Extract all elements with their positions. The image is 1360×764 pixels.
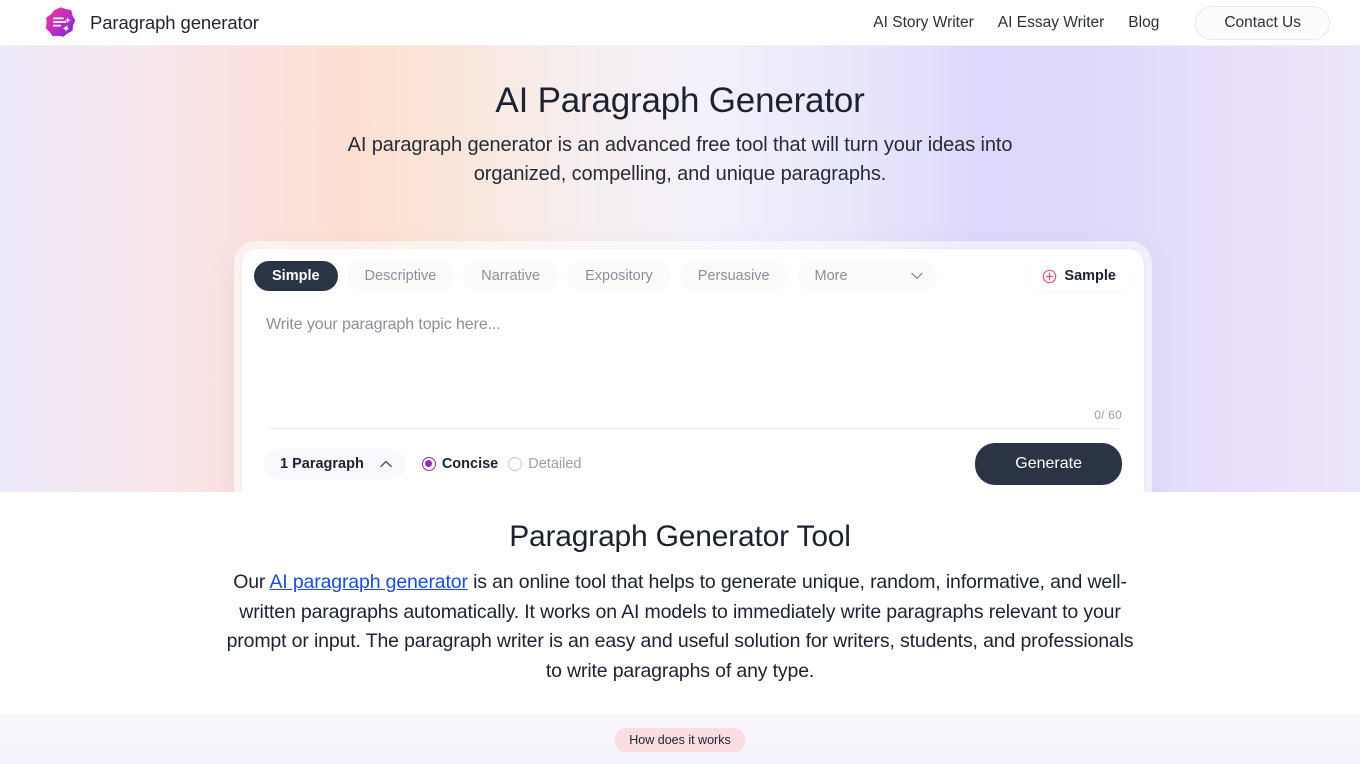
topic-placeholder: Write your paragraph topic here... xyxy=(266,316,501,333)
brand-name: Paragraph generator xyxy=(90,11,259,33)
radio-concise-label: Concise xyxy=(441,456,499,472)
generator-card-inner: Simple Descriptive Narrative Expository … xyxy=(242,249,1144,492)
radio-concise[interactable]: Concise xyxy=(421,456,499,472)
chevron-up-icon xyxy=(380,460,392,468)
generator-controls: 1 Paragraph Concise Detailed Generate xyxy=(254,429,1132,491)
generate-button[interactable]: Generate xyxy=(975,443,1122,485)
how-it-works-strip: How does it works xyxy=(0,714,1360,764)
sample-button[interactable]: Sample xyxy=(1026,261,1132,291)
paragraph-count-dropdown[interactable]: 1 Paragraph xyxy=(264,449,406,479)
generator-card: Simple Descriptive Narrative Expository … xyxy=(234,241,1152,492)
about-body: Our AI paragraph generator is an online … xyxy=(220,568,1140,687)
radio-detailed-dot xyxy=(508,457,523,471)
main-nav: AI Story Writer AI Essay Writer Blog Con… xyxy=(873,5,1330,40)
hero-section: AI Paragraph Generator AI paragraph gene… xyxy=(0,46,1360,492)
tab-descriptive[interactable]: Descriptive xyxy=(346,261,455,291)
nav-item-blog[interactable]: Blog xyxy=(1128,14,1159,32)
more-types-label: More xyxy=(814,268,848,284)
about-title: Paragraph Generator Tool xyxy=(509,520,851,553)
hero-subtitle: AI paragraph generator is an advanced fr… xyxy=(347,133,1013,185)
brand[interactable]: Paragraph generator xyxy=(44,6,259,39)
site-header: Paragraph generator AI Story Writer AI E… xyxy=(0,0,1360,46)
tab-simple[interactable]: Simple xyxy=(254,261,338,291)
character-counter: 0/ 60 xyxy=(1094,408,1122,422)
contact-us-button[interactable]: Contact Us xyxy=(1195,5,1330,40)
ai-paragraph-generator-link[interactable]: AI paragraph generator xyxy=(269,571,467,593)
tab-persuasive[interactable]: Persuasive xyxy=(679,261,788,291)
about-section: Paragraph Generator Tool Our AI paragrap… xyxy=(0,492,1360,714)
paragraph-sparkle-logo-icon xyxy=(45,7,76,37)
paragraph-type-tabs: Simple Descriptive Narrative Expository … xyxy=(254,261,1132,291)
radio-detailed[interactable]: Detailed xyxy=(508,456,581,472)
how-does-it-works-badge: How does it works xyxy=(615,728,745,752)
circle-plus-icon xyxy=(1043,269,1057,283)
topic-textarea[interactable]: Write your paragraph topic here... 0/ 60 xyxy=(254,304,1132,428)
more-types-dropdown[interactable]: More xyxy=(796,261,937,291)
tab-expository[interactable]: Expository xyxy=(567,261,671,291)
page-title: AI Paragraph Generator xyxy=(495,81,865,120)
paragraph-count-label: 1 Paragraph xyxy=(280,456,364,472)
nav-item-ai-story-writer[interactable]: AI Story Writer xyxy=(873,14,973,32)
chevron-down-icon xyxy=(910,272,923,280)
nav-item-ai-essay-writer[interactable]: AI Essay Writer xyxy=(998,14,1105,32)
sample-button-label: Sample xyxy=(1064,268,1116,284)
length-radio-group: Concise Detailed xyxy=(421,456,581,472)
radio-concise-dot xyxy=(421,457,436,471)
about-text-before-link: Our xyxy=(233,571,270,593)
tab-narrative[interactable]: Narrative xyxy=(463,261,559,291)
radio-detailed-label: Detailed xyxy=(528,456,582,472)
